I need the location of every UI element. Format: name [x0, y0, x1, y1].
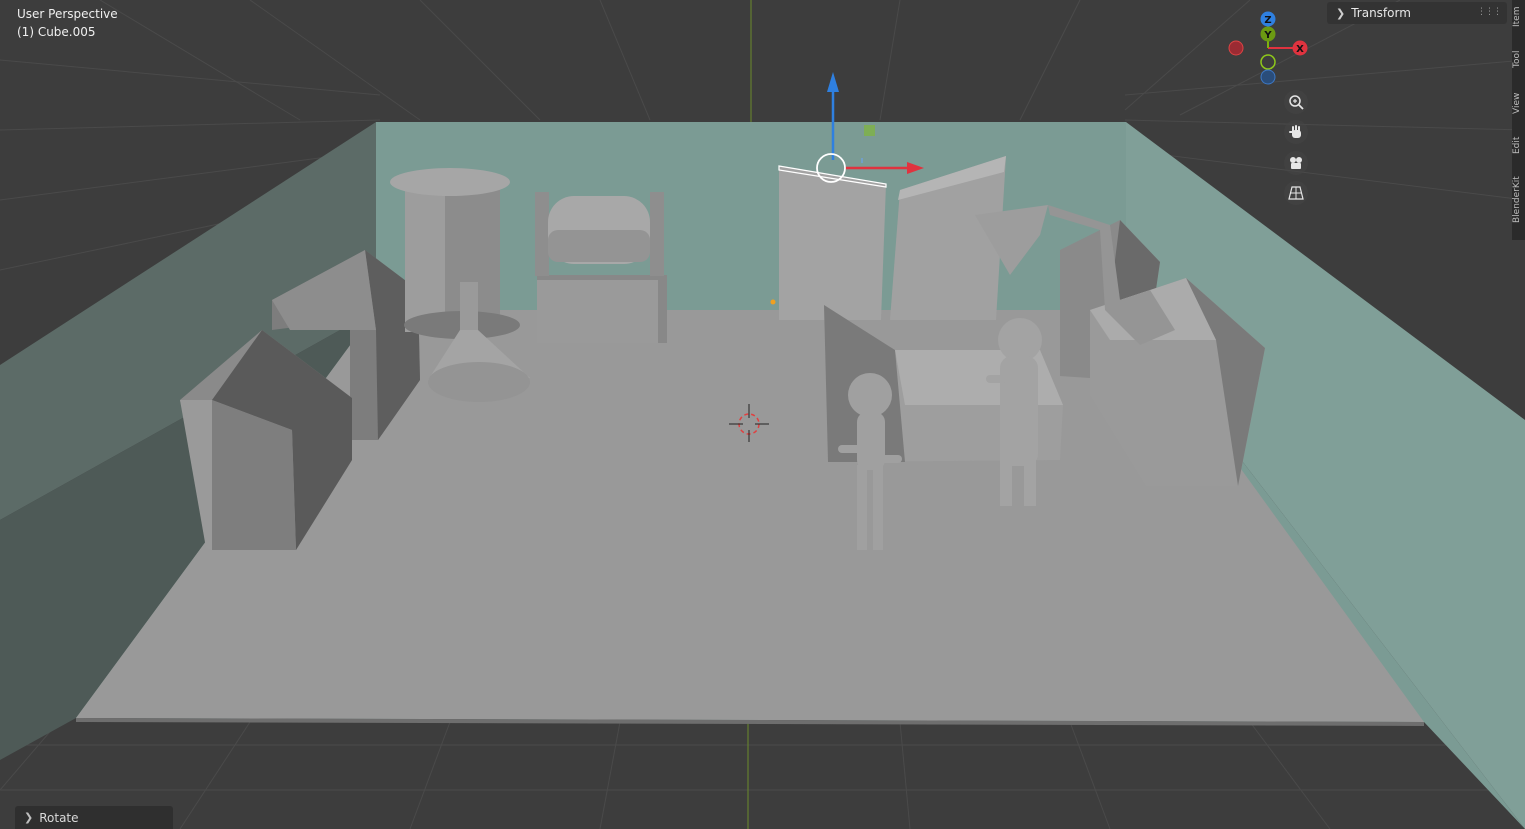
zoom-icon — [1289, 95, 1304, 110]
gizmo-z-arrow — [827, 72, 839, 92]
perspective-grid-icon — [1288, 186, 1304, 200]
nav-neg-x-axis — [1228, 40, 1244, 56]
3d-viewport[interactable]: Z Y X User Perspective (1) Cube.005 ❯ Tr… — [0, 0, 1525, 829]
tab-tool[interactable]: Tool — [1512, 40, 1525, 78]
object-origin-dot — [770, 299, 776, 305]
selected-cube[interactable] — [778, 165, 887, 320]
camera-view-button[interactable] — [1284, 151, 1308, 175]
last-operation-label: Rotate — [39, 810, 79, 825]
svg-text:X: X — [1296, 44, 1304, 55]
gizmo-plane-handle — [864, 125, 875, 136]
perspective-toggle-button[interactable] — [1284, 181, 1308, 205]
pan-hand-icon — [1289, 125, 1301, 138]
svg-text:Y: Y — [1263, 30, 1272, 41]
tab-view[interactable]: View — [1512, 84, 1525, 122]
tab-item[interactable]: Item — [1512, 0, 1525, 34]
tab-edit[interactable]: Edit — [1512, 128, 1525, 162]
last-operation-panel[interactable]: ❯ Rotate — [15, 806, 173, 829]
view-mode-label: User Perspective — [17, 7, 118, 21]
nav-neg-z-axis — [1260, 69, 1276, 85]
transform-panel-title: Transform — [1351, 6, 1411, 20]
transform-panel-header[interactable]: ❯ Transform ⋮⋮⋮ — [1327, 2, 1507, 24]
sidebar-tabs: Item Tool View Edit BlenderKit — [1512, 0, 1525, 240]
navigation-gizmo[interactable]: Z Y X — [1228, 11, 1308, 85]
camera-icon — [1290, 157, 1302, 169]
tab-blenderkit[interactable]: BlenderKit — [1512, 168, 1525, 232]
drag-grip-icon[interactable]: ⋮⋮⋮ — [1477, 7, 1502, 17]
svg-text:Z: Z — [1264, 15, 1271, 26]
chevron-right-icon: ❯ — [24, 811, 34, 824]
pan-button[interactable] — [1284, 120, 1308, 144]
chevron-right-icon: ❯ — [1336, 6, 1346, 20]
nav-neg-y-axis — [1260, 54, 1276, 70]
zoom-button[interactable] — [1284, 90, 1308, 114]
active-object-label: (1) Cube.005 — [17, 25, 96, 39]
